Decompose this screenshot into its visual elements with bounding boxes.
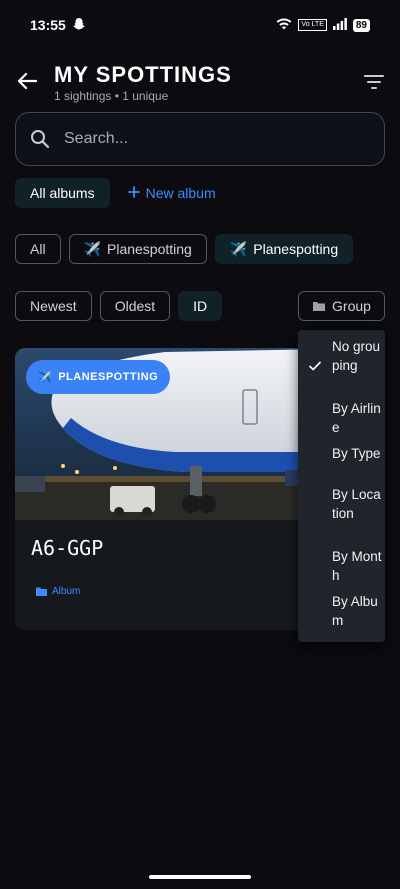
category-chip-planespotting[interactable]: ✈️ Planespotting <box>68 234 207 264</box>
menu-item-by-location[interactable]: By Location <box>332 485 382 523</box>
signal-icon <box>332 17 347 33</box>
group-label: Group <box>332 298 371 314</box>
category-badge: ✈️ PLANESPOTTING <box>26 360 171 394</box>
airplane-icon: ✈️ <box>38 371 53 384</box>
page-title: MY SPOTTINGS <box>54 62 232 87</box>
badge-label: PLANESPOTTING <box>58 371 159 383</box>
back-button[interactable] <box>14 68 40 94</box>
wifi-icon <box>276 17 292 33</box>
menu-item-by-month[interactable]: By Month <box>332 547 382 585</box>
search-input[interactable] <box>64 130 354 148</box>
sort-id-chip[interactable]: ID <box>178 291 223 321</box>
new-album-label: New album <box>145 185 216 201</box>
category-label: Planespotting <box>107 241 192 257</box>
album-tag[interactable]: Album <box>35 586 80 597</box>
plus-icon <box>127 185 140 201</box>
gesture-nav-handle[interactable] <box>149 875 251 879</box>
airplane-icon: ✈️ <box>83 240 101 257</box>
snapchat-icon <box>72 17 86 34</box>
menu-item-by-album[interactable]: By Album <box>332 592 382 630</box>
group-dropdown-menu: No grouping By Airline By Type By Locati… <box>298 330 385 642</box>
status-time: 13:55 <box>30 17 66 33</box>
folder-icon <box>36 587 47 596</box>
battery-icon: 89 <box>352 18 370 32</box>
sort-row: Newest Oldest ID <box>15 291 223 321</box>
menu-item-no-grouping[interactable]: No grouping <box>332 337 382 375</box>
album-tag-label: Album <box>52 586 81 597</box>
filter-button[interactable] <box>362 70 386 94</box>
menu-item-by-type[interactable]: By Type <box>332 444 382 463</box>
sort-newest-chip[interactable]: Newest <box>15 291 92 321</box>
volte-icon: Vo LTE <box>298 19 327 31</box>
menu-item-by-airline[interactable]: By Airline <box>332 399 382 437</box>
albums-row: All albums New album <box>15 178 228 208</box>
airplane-icon: ✈️ <box>229 240 248 257</box>
arrow-left-icon <box>17 72 37 90</box>
new-album-button[interactable]: New album <box>116 178 228 208</box>
app-header: MY SPOTTINGS 1 sightings • 1 unique <box>0 58 400 108</box>
sort-oldest-chip[interactable]: Oldest <box>99 291 171 321</box>
status-bar: 13:55 Vo LTE 89 <box>0 0 400 50</box>
search-icon <box>31 130 50 149</box>
filter-icon <box>364 75 384 89</box>
group-button[interactable]: Group <box>298 291 385 321</box>
folder-icon <box>313 302 326 311</box>
category-chip-planespotting-selected[interactable]: ✈️ Planespotting <box>214 234 354 264</box>
page-subtitle: 1 sightings • 1 unique <box>54 89 169 103</box>
all-albums-chip[interactable]: All albums <box>15 178 110 208</box>
category-label: All <box>30 241 46 257</box>
category-chip-all[interactable]: All <box>15 234 61 264</box>
aircraft-registration: A6-GGP <box>31 536 104 560</box>
category-label: Planespotting <box>253 241 339 257</box>
search-box[interactable] <box>15 112 385 166</box>
check-icon <box>309 361 321 371</box>
category-filter-row: All ✈️ Planespotting ✈️ Planespotting <box>15 234 354 264</box>
